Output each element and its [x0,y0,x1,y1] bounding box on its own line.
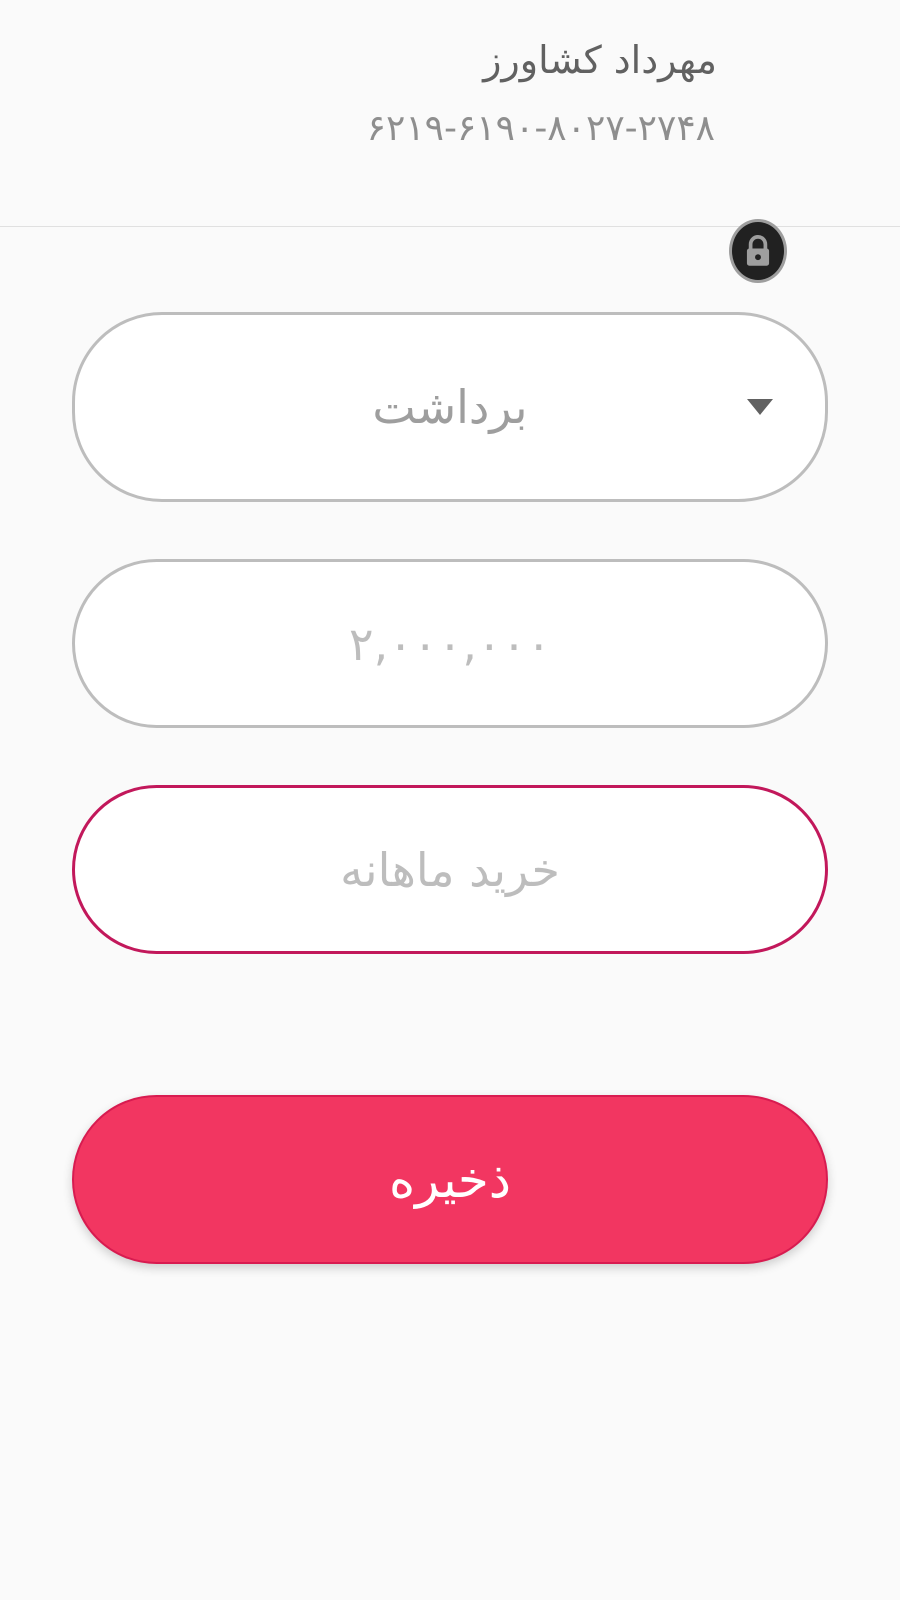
transaction-type-value: برداشت [372,380,528,434]
transaction-type-dropdown[interactable]: برداشت [72,312,828,502]
lock-icon [746,235,770,266]
transaction-form-screen: مهرداد کشاورز ۶۲۱۹-۶۱۹۰-۸۰۲۷-۲۷۴۸ برداشت… [0,0,900,1600]
description-input[interactable]: خرید ماهانه [72,785,828,954]
card-holder-name: مهرداد کشاورز [483,38,717,82]
amount-value: ۲,۰۰۰,۰۰۰ [348,616,552,671]
amount-input[interactable]: ۲,۰۰۰,۰۰۰ [72,559,828,728]
card-header: مهرداد کشاورز ۶۲۱۹-۶۱۹۰-۸۰۲۷-۲۷۴۸ [0,0,900,227]
lock-button[interactable] [729,219,787,283]
save-button[interactable]: ذخیره [72,1095,828,1264]
card-number: ۶۲۱۹-۶۱۹۰-۸۰۲۷-۲۷۴۸ [366,108,715,149]
description-value: خرید ماهانه [340,842,560,897]
triangle-down-icon [747,399,773,415]
